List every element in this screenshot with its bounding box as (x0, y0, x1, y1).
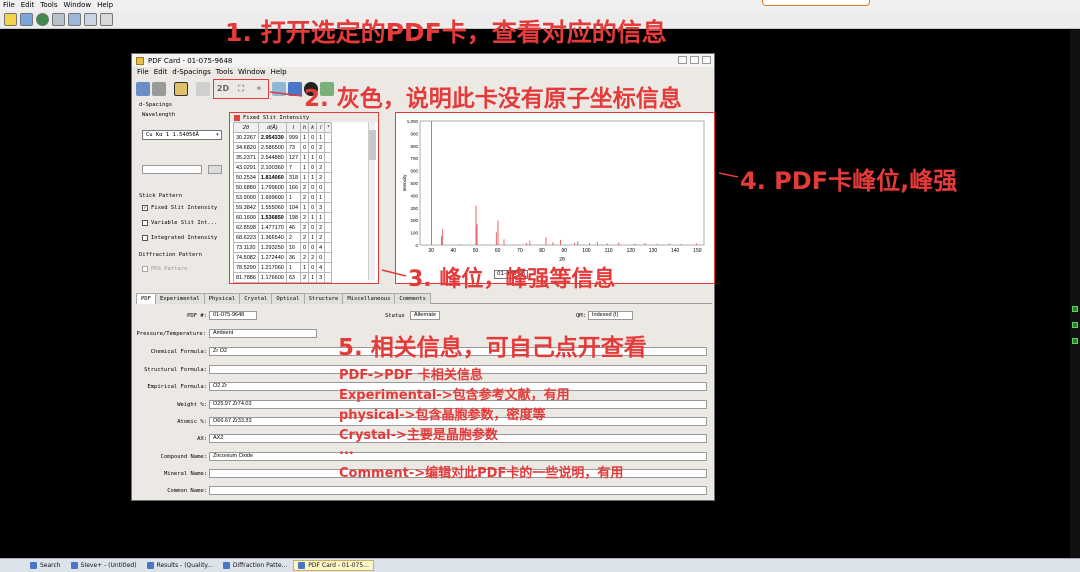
note-pdf: PDF->PDF 卡相关信息 (339, 368, 483, 383)
annotation-step-1: 1. 打开选定的PDF卡，查看对应的信息 (225, 18, 667, 47)
app-icon (146, 562, 154, 569)
taskbar-item[interactable]: Results - (Quality... (143, 560, 217, 571)
taskbar-item[interactable]: Diffraction Patte... (219, 560, 291, 571)
taskbar-item[interactable]: PDF Card - 01-075... (293, 560, 374, 571)
note-ellipsis: ... (339, 443, 354, 458)
annotation-step-2: 2. 灰色，说明此卡没有原子坐标信息 (304, 86, 682, 112)
taskbar-item[interactable]: Search (26, 560, 65, 571)
arrow-to-toolbar (269, 91, 303, 97)
arrow-to-table (381, 269, 407, 277)
app-icon (222, 562, 230, 569)
note-comment: Comment->编辑对此PDF卡的一些说明，有用 (339, 466, 624, 481)
annotation-step-5: 5. 相关信息，可自己点开查看 (338, 335, 647, 361)
app-icon (70, 562, 78, 569)
note-physical: physical->包含晶胞参数，密度等 (339, 408, 546, 423)
app-icon (298, 562, 306, 569)
note-crystal: Crystal->主要是晶胞参数 (339, 428, 498, 443)
annotation-step-4: 4. PDF卡峰位,峰强 (740, 167, 958, 195)
taskbar-label: Results - (Quality... (156, 562, 213, 569)
arrow-to-chart (718, 172, 739, 178)
taskbar: Search SIeve+ - (Untitled) Results - (Qual… (0, 558, 1080, 572)
app-icon (30, 562, 37, 569)
taskbar-label: Search (40, 562, 61, 569)
taskbar-label: SIeve+ - (Untitled) (80, 562, 137, 569)
note-experimental: Experimental->包含参考文献，有用 (339, 388, 570, 403)
taskbar-item[interactable]: SIeve+ - (Untitled) (67, 560, 141, 571)
taskbar-label: Diffraction Patte... (232, 562, 288, 569)
annotation-step-3: 3. 峰位，峰强等信息 (408, 267, 616, 292)
taskbar-label: PDF Card - 01-075... (308, 562, 369, 569)
